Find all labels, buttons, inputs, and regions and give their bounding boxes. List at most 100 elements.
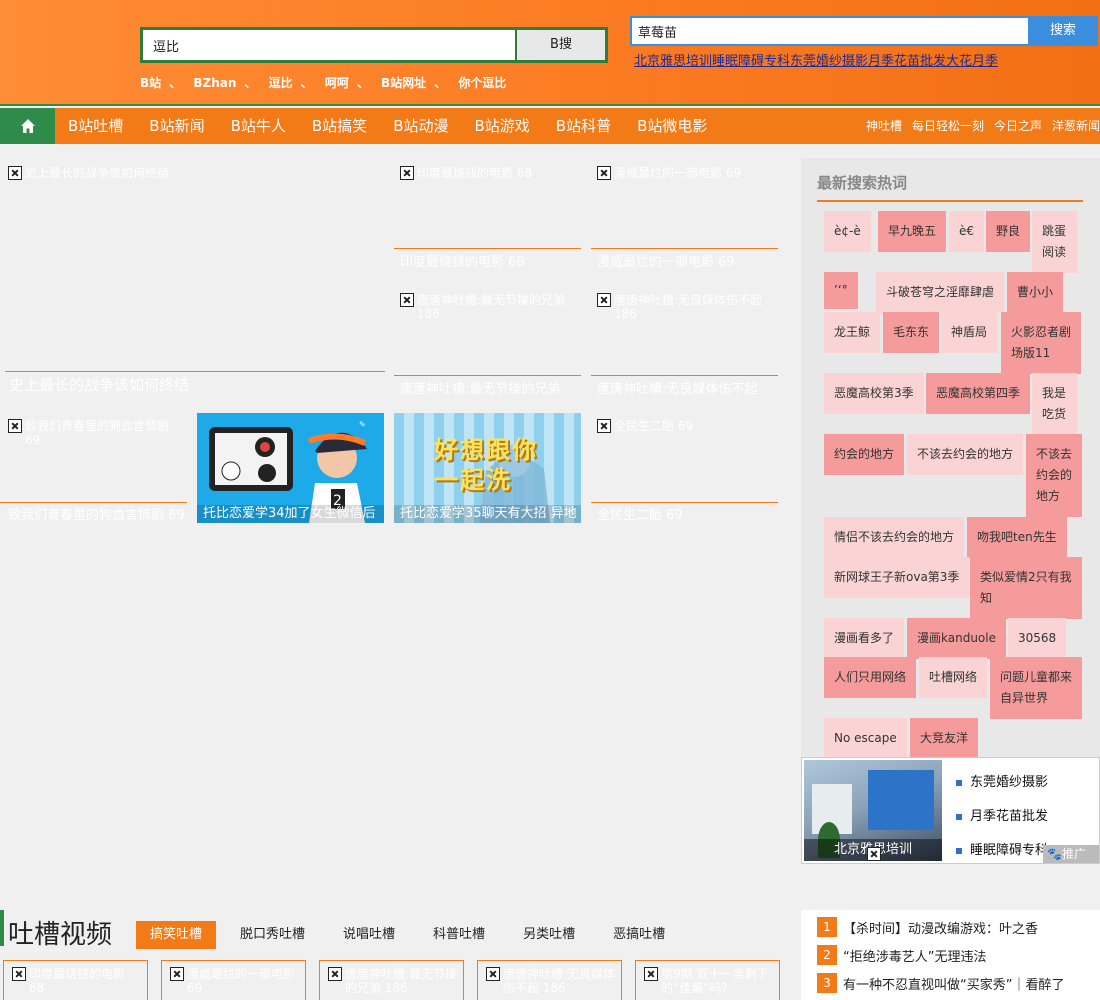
- hotword-link[interactable]: B站: [140, 76, 161, 90]
- hot-tag[interactable]: 早九晚五: [878, 211, 947, 252]
- hot-tag[interactable]: 吐槽网络: [919, 657, 988, 698]
- nav-item[interactable]: B站科普: [556, 108, 611, 144]
- nav-item[interactable]: B站新闻: [149, 108, 204, 144]
- video-card[interactable]: 漫威最烂的一部电影 69: [161, 960, 306, 1000]
- nav-item[interactable]: B站搞笑: [312, 108, 367, 144]
- hot-tag[interactable]: 我是吃货: [1032, 373, 1077, 435]
- broken-image-icon: [597, 293, 611, 307]
- promo-link[interactable]: 月季花苗批发: [956, 800, 1048, 834]
- promo-link[interactable]: 东莞婚纱摄影: [956, 766, 1048, 800]
- hot-tag[interactable]: 野良: [986, 211, 1031, 252]
- nav-right-item[interactable]: 神吐槽: [866, 108, 902, 144]
- nav-right-item[interactable]: 洋葱新闻: [1052, 108, 1100, 144]
- hot-tag[interactable]: 恶魔高校第3季: [824, 373, 924, 414]
- image-alt-text: 致我们青春里的狗血言情剧 69: [25, 419, 170, 447]
- tab-rap[interactable]: 说唱吐槽: [329, 921, 409, 949]
- hot-tag[interactable]: ’‘°: [824, 272, 858, 309]
- hot-tag[interactable]: 问题儿童都来自异世界: [990, 657, 1082, 719]
- news-title: 【杀时间】动漫改编游戏：叶之香: [843, 921, 1039, 937]
- broken-image: 史上最长的战争该如何终结: [8, 166, 169, 180]
- tab-talkshow[interactable]: 脱口秀吐槽: [226, 921, 319, 949]
- hotword-link[interactable]: 呵呵: [325, 76, 349, 90]
- promo-link-label: 睡眠障碍专科: [970, 843, 1049, 858]
- hotword-link[interactable]: 你个逗比: [458, 76, 506, 90]
- hot-tag[interactable]: 新网球王子新ova第3季: [824, 557, 970, 598]
- promo-link[interactable]: 睡眠障碍专科: [956, 834, 1048, 868]
- nav-right-item[interactable]: 每日轻松一刻: [912, 108, 984, 144]
- image-alt-text: 唐唐神吐槽:最无节操的兄弟 186: [345, 967, 458, 995]
- video-thumbnail[interactable]: 2 ✎ 托比恋爱学34加了女生微信后: [197, 413, 384, 523]
- hot-tag[interactable]: 漫画看多了: [824, 618, 905, 659]
- tab-funny[interactable]: 搞笑吐槽: [136, 921, 217, 949]
- promo-image-poster: [868, 770, 934, 830]
- hot-tag[interactable]: No escape: [824, 718, 907, 759]
- broken-image-icon: [597, 166, 611, 180]
- hotword-link[interactable]: 逗比: [269, 76, 293, 90]
- hot-tag[interactable]: 约会的地方: [824, 434, 905, 475]
- main-search-button[interactable]: B搜: [515, 30, 605, 60]
- hotword-separator: 、: [434, 76, 447, 90]
- video-tile[interactable]: 致我们青春里的狗血言情剧 69 致我们青春里的狗血言情剧 69: [0, 413, 187, 523]
- hotword-links: B站、 BZhan、 逗比、 呵呵、 B站网址、 你个逗比: [140, 74, 510, 90]
- nav-item[interactable]: B站吐槽: [68, 108, 123, 144]
- news-item[interactable]: 2 “拒绝涉毒艺人”无理违法: [817, 945, 986, 965]
- video-tile[interactable]: 漫威最烂的一部电影 69 漫威最烂的一部电影 69: [591, 160, 778, 270]
- hot-tag[interactable]: è€: [949, 211, 985, 252]
- hot-tag[interactable]: 跳蛋阅读: [1032, 211, 1077, 273]
- nav-item[interactable]: B站游戏: [474, 108, 529, 144]
- ad-search-input[interactable]: 草莓苗: [632, 18, 1028, 44]
- main-search-input[interactable]: 逗比: [143, 30, 515, 60]
- hot-tag[interactable]: 龙王鲸: [824, 312, 881, 353]
- hot-tag[interactable]: 毛东东: [883, 312, 940, 353]
- broken-image-icon: [8, 419, 22, 433]
- hot-tag[interactable]: 神盾局: [941, 312, 998, 353]
- broken-image: 全民生二胎 69: [597, 419, 693, 433]
- tile-divider: [394, 375, 581, 376]
- nav-item[interactable]: B站动漫: [393, 108, 448, 144]
- image-alt-text: 印度最烧钱的电影 68: [29, 967, 126, 995]
- video-card[interactable]: 印度最烧钱的电影 68: [3, 960, 148, 1000]
- hot-tag[interactable]: 恶魔高校第四季: [926, 373, 1031, 414]
- video-card[interactable]: 唐唐神吐槽:最无节操的兄弟 186: [319, 960, 464, 1000]
- hot-tag[interactable]: 大竞友洋: [910, 718, 979, 759]
- video-card[interactable]: 第9期 双十一卖剩下的“佳偏”吗?: [635, 960, 780, 1000]
- hot-tag[interactable]: 不该去约会的地方: [907, 434, 1024, 475]
- video-tile[interactable]: 唐唐神吐槽:最无节操的兄弟 186 唐唐神吐槽:最无节操的兄弟: [394, 287, 581, 397]
- hot-tag[interactable]: 斗破苍穹之淫靡肆虐: [876, 272, 1005, 313]
- video-thumbnail[interactable]: 好想跟你一起洗 托比恋爱学35聊天有大招 异地: [394, 413, 581, 523]
- tab-science[interactable]: 科普吐槽: [419, 921, 499, 949]
- hot-tag[interactable]: 吻我吧ten先生: [967, 517, 1067, 558]
- video-tile[interactable]: 印度最烧钱的电影 68 印度最烧钱的电影 68: [394, 160, 581, 270]
- broken-image-icon: [867, 847, 881, 861]
- hotword-link[interactable]: BZhan: [193, 76, 236, 90]
- tab-alternative[interactable]: 另类吐槽: [509, 921, 589, 949]
- hot-tag[interactable]: 曹小小: [1007, 272, 1064, 313]
- hot-tag[interactable]: 30568: [1008, 618, 1067, 659]
- tab-spoof[interactable]: 恶搞吐槽: [599, 921, 679, 949]
- video-card[interactable]: 唐唐神吐槽:无良媒体伤不起 186: [477, 960, 622, 1000]
- hot-tag[interactable]: 类似爱情2只有我知: [970, 557, 1082, 619]
- hot-tag[interactable]: 人们只用网络: [824, 657, 917, 698]
- news-item[interactable]: 3 有一种不忍直视叫做“买家秀”｜看醉了: [817, 973, 1064, 993]
- news-item[interactable]: 1 【杀时间】动漫改编游戏：叶之香: [817, 917, 1038, 937]
- ad-links[interactable]: 北京雅思培训睡眠障碍专科东莞婚纱摄影月季花苗批发大花月季: [634, 50, 998, 69]
- video-tile-big[interactable]: 史上最长的战争该如何终结 史上最长的战争该如何终结: [5, 160, 385, 395]
- hot-tag[interactable]: 火影忍者剧场版11: [1001, 312, 1081, 374]
- hot-tag[interactable]: 不该去约会的地方: [1026, 434, 1082, 517]
- hot-tag[interactable]: 情侣不该去约会的地方: [824, 517, 965, 558]
- video-tile[interactable]: 全民生二胎 69 全民生二胎 69: [591, 413, 778, 523]
- promo-link-list: 东莞婚纱摄影 月季花苗批发 睡眠障碍专科: [956, 766, 1048, 868]
- hotword-link[interactable]: B站网址: [381, 76, 426, 90]
- broken-image-icon: [644, 967, 658, 981]
- nav-right-item[interactable]: 今日之声: [994, 108, 1042, 144]
- promo-ad[interactable]: 北京雅思培训 东莞婚纱摄影 月季花苗批发 睡眠障碍专科 🐾推广: [801, 757, 1100, 864]
- promo-image[interactable]: 北京雅思培训: [804, 760, 942, 861]
- hot-tag[interactable]: 漫画kanduole: [907, 618, 1006, 659]
- video-tile[interactable]: 唐唐神吐槽:无良媒体伤不起 186 唐唐神吐槽:无良媒体伤不起: [591, 287, 778, 397]
- home-button[interactable]: [0, 108, 55, 144]
- hot-tag[interactable]: è¢-è: [824, 211, 871, 252]
- broken-image-icon: [597, 419, 611, 433]
- nav-item[interactable]: B站牛人: [231, 108, 286, 144]
- nav-item[interactable]: B站微电影: [637, 108, 707, 144]
- ad-search-button[interactable]: 搜索: [1028, 18, 1098, 44]
